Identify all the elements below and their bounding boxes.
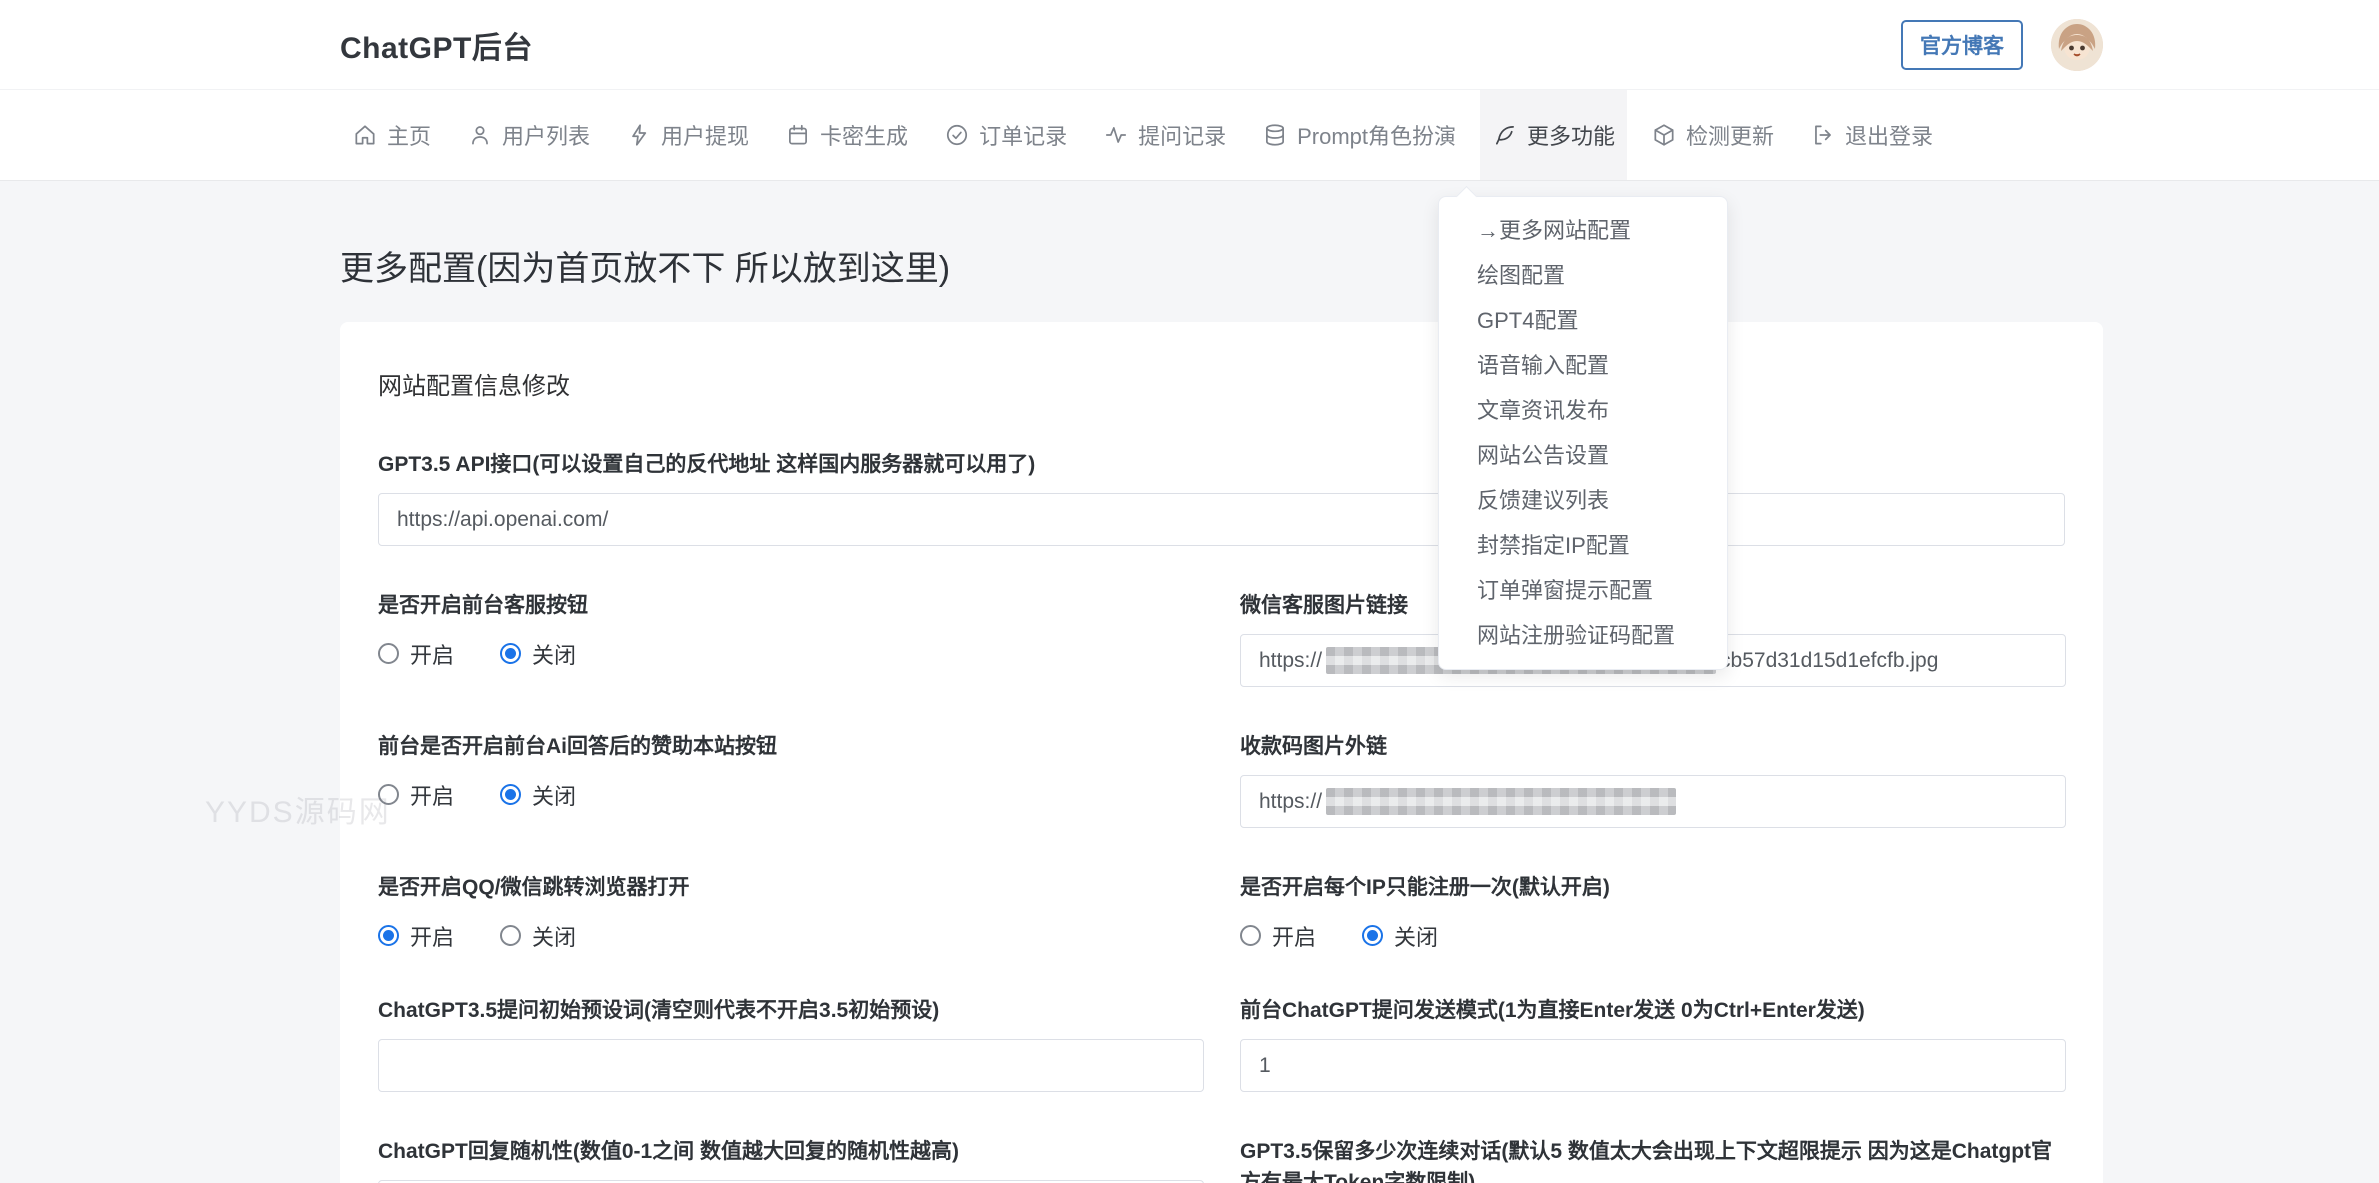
nav-item-label: 检测更新 bbox=[1686, 119, 1774, 151]
nav-item-question-log[interactable]: 提问记录 bbox=[1091, 90, 1238, 180]
menu-item-drawing-config[interactable]: 绘图配置 bbox=[1439, 253, 1727, 298]
field-label: 是否开启每个IP只能注册一次(默认开启) bbox=[1240, 872, 2066, 903]
payment-image-input[interactable]: https:// bbox=[1240, 775, 2066, 828]
check-circle-icon bbox=[944, 122, 970, 148]
sponsor-radio-off[interactable]: 关闭 bbox=[500, 779, 576, 811]
field-kefu-button: 是否开启前台客服按钮 开启 关闭 bbox=[378, 590, 1204, 669]
main-nav: 主页 用户列表 用户提现 卡密生成 订单记录 提问记录 Prompt角色扮演 bbox=[0, 90, 2379, 181]
menu-item-site-announcement[interactable]: 网站公告设置 bbox=[1439, 433, 1727, 478]
main-content: 更多配置(因为首页放不下 所以放到这里) 网站配置信息修改 GPT3.5 API… bbox=[340, 181, 2103, 1183]
radio-checked-icon bbox=[500, 784, 521, 805]
radio-checked-icon bbox=[378, 925, 399, 946]
nav-item-label: 主页 bbox=[387, 119, 431, 151]
field-label: 收款码图片外链 bbox=[1240, 731, 2066, 762]
kefu-radio-off[interactable]: 关闭 bbox=[500, 638, 576, 670]
field-label: ChatGPT回复随机性(数值0-1之间 数值越大回复的随机性越高) bbox=[378, 1136, 1204, 1167]
menu-item-register-captcha-config[interactable]: 网站注册验证码配置 bbox=[1439, 613, 1727, 658]
nav-item-card-keys[interactable]: 卡密生成 bbox=[773, 90, 920, 180]
nav-item-withdraw[interactable]: 用户提现 bbox=[614, 90, 761, 180]
ip-limit-radio-on[interactable]: 开启 bbox=[1240, 920, 1316, 952]
activity-icon bbox=[1103, 122, 1129, 148]
menu-item-feedback-list[interactable]: 反馈建议列表 bbox=[1439, 478, 1727, 523]
field-context-rounds: GPT3.5保留多少次连续对话(默认5 数值太大会出现上下文超限提示 因为这是C… bbox=[1240, 1136, 2066, 1183]
nav-item-user-list[interactable]: 用户列表 bbox=[455, 90, 602, 180]
card-title: 网站配置信息修改 bbox=[378, 366, 2065, 401]
field-label: GPT3.5保留多少次连续对话(默认5 数值太大会出现上下文超限提示 因为这是C… bbox=[1240, 1136, 2066, 1183]
avatar-image bbox=[2051, 19, 2103, 71]
radio-unchecked-icon bbox=[378, 784, 399, 805]
nav-item-label: 提问记录 bbox=[1138, 119, 1226, 151]
nav-item-more-features[interactable]: 更多功能 bbox=[1480, 90, 1627, 180]
nav-item-label: 用户列表 bbox=[502, 119, 590, 151]
qq-jump-radio-on[interactable]: 开启 bbox=[378, 920, 454, 952]
radio-unchecked-icon bbox=[500, 925, 521, 946]
nav-item-label: Prompt角色扮演 bbox=[1297, 119, 1456, 151]
menu-item-ban-ip-config[interactable]: 封禁指定IP配置 bbox=[1439, 523, 1727, 568]
sponsor-radio-group: 开启 关闭 bbox=[378, 779, 1204, 810]
calendar-icon bbox=[785, 122, 811, 148]
nav-item-logout[interactable]: 退出登录 bbox=[1798, 90, 1945, 180]
field-qq-wechat-jump: 是否开启QQ/微信跳转浏览器打开 开启 关闭 bbox=[378, 872, 1204, 951]
api-endpoint-input[interactable] bbox=[378, 493, 2065, 546]
qq-jump-radio-group: 开启 关闭 bbox=[378, 920, 1204, 951]
nav-item-label: 更多功能 bbox=[1527, 119, 1615, 151]
app-title: ChatGPT后台 bbox=[340, 23, 533, 67]
menu-item-article-publish[interactable]: 文章资讯发布 bbox=[1439, 388, 1727, 433]
send-mode-input[interactable] bbox=[1240, 1039, 2066, 1092]
logout-icon bbox=[1810, 122, 1836, 148]
nav-item-home[interactable]: 主页 bbox=[340, 90, 443, 180]
page-title: 更多配置(因为首页放不下 所以放到这里) bbox=[340, 241, 2103, 290]
nav-item-label: 卡密生成 bbox=[820, 119, 908, 151]
pen-icon bbox=[1492, 122, 1518, 148]
header-actions: 官方博客 bbox=[1901, 19, 2103, 71]
field-label: GPT3.5 API接口(可以设置自己的反代地址 这样国内服务器就可以用了) bbox=[378, 449, 2065, 480]
field-api-endpoint: GPT3.5 API接口(可以设置自己的反代地址 这样国内服务器就可以用了) bbox=[378, 449, 2065, 546]
nav-item-label: 用户提现 bbox=[661, 119, 749, 151]
menu-item-gpt4-config[interactable]: GPT4配置 bbox=[1439, 298, 1727, 343]
preset-words-input[interactable] bbox=[378, 1039, 1204, 1092]
menu-item-order-popup-config[interactable]: 订单弹窗提示配置 bbox=[1439, 568, 1727, 613]
ip-limit-radio-group: 开启 关闭 bbox=[1240, 920, 2066, 951]
field-ip-register-limit: 是否开启每个IP只能注册一次(默认开启) 开启 关闭 bbox=[1240, 872, 2066, 951]
radio-checked-icon bbox=[500, 643, 521, 664]
radio-checked-icon bbox=[1362, 925, 1383, 946]
radio-unchecked-icon bbox=[378, 643, 399, 664]
menu-item-more-site-config[interactable]: →更多网站配置 bbox=[1439, 208, 1727, 253]
field-randomness: ChatGPT回复随机性(数值0-1之间 数值越大回复的随机性越高) bbox=[378, 1136, 1204, 1183]
field-sponsor-button: 前台是否开启前台Ai回答后的赞助本站按钮 开启 关闭 bbox=[378, 731, 1204, 810]
nav-item-label: 退出登录 bbox=[1845, 119, 1933, 151]
sponsor-radio-on[interactable]: 开启 bbox=[378, 779, 454, 811]
kefu-radio-on[interactable]: 开启 bbox=[378, 638, 454, 670]
config-card: 网站配置信息修改 GPT3.5 API接口(可以设置自己的反代地址 这样国内服务… bbox=[340, 322, 2103, 1183]
field-label: ChatGPT3.5提问初始预设词(清空则代表不开启3.5初始预设) bbox=[378, 995, 1204, 1026]
field-label: 是否开启QQ/微信跳转浏览器打开 bbox=[378, 872, 1204, 903]
more-features-dropdown: →更多网站配置 绘图配置 GPT4配置 语音输入配置 文章资讯发布 网站公告设置… bbox=[1438, 196, 1728, 670]
nav-item-orders[interactable]: 订单记录 bbox=[932, 90, 1079, 180]
app-header: ChatGPT后台 官方博客 bbox=[0, 0, 2379, 90]
official-blog-button[interactable]: 官方博客 bbox=[1901, 20, 2023, 70]
field-payment-image: 收款码图片外链 https:// bbox=[1240, 731, 2066, 828]
field-send-mode: 前台ChatGPT提问发送模式(1为直接Enter发送 0为Ctrl+Enter… bbox=[1240, 995, 2066, 1092]
package-icon bbox=[1651, 122, 1677, 148]
nav-item-label: 订单记录 bbox=[979, 119, 1067, 151]
menu-item-voice-input-config[interactable]: 语音输入配置 bbox=[1439, 343, 1727, 388]
radio-unchecked-icon bbox=[1240, 925, 1261, 946]
field-label: 前台ChatGPT提问发送模式(1为直接Enter发送 0为Ctrl+Enter… bbox=[1240, 995, 2066, 1026]
redacted-blur bbox=[1326, 788, 1676, 815]
field-label: 是否开启前台客服按钮 bbox=[378, 590, 1204, 621]
ip-limit-radio-off[interactable]: 关闭 bbox=[1362, 920, 1438, 952]
zap-icon bbox=[626, 122, 652, 148]
qq-jump-radio-off[interactable]: 关闭 bbox=[500, 920, 576, 952]
field-preset-words: ChatGPT3.5提问初始预设词(清空则代表不开启3.5初始预设) bbox=[378, 995, 1204, 1092]
nav-item-prompt-roleplay[interactable]: Prompt角色扮演 bbox=[1250, 90, 1468, 180]
field-label: 前台是否开启前台Ai回答后的赞助本站按钮 bbox=[378, 731, 1204, 762]
database-icon bbox=[1262, 122, 1288, 148]
kefu-radio-group: 开启 关闭 bbox=[378, 638, 1204, 669]
user-icon bbox=[467, 122, 493, 148]
avatar[interactable] bbox=[2051, 19, 2103, 71]
nav-item-check-update[interactable]: 检测更新 bbox=[1639, 90, 1786, 180]
home-icon bbox=[352, 122, 378, 148]
